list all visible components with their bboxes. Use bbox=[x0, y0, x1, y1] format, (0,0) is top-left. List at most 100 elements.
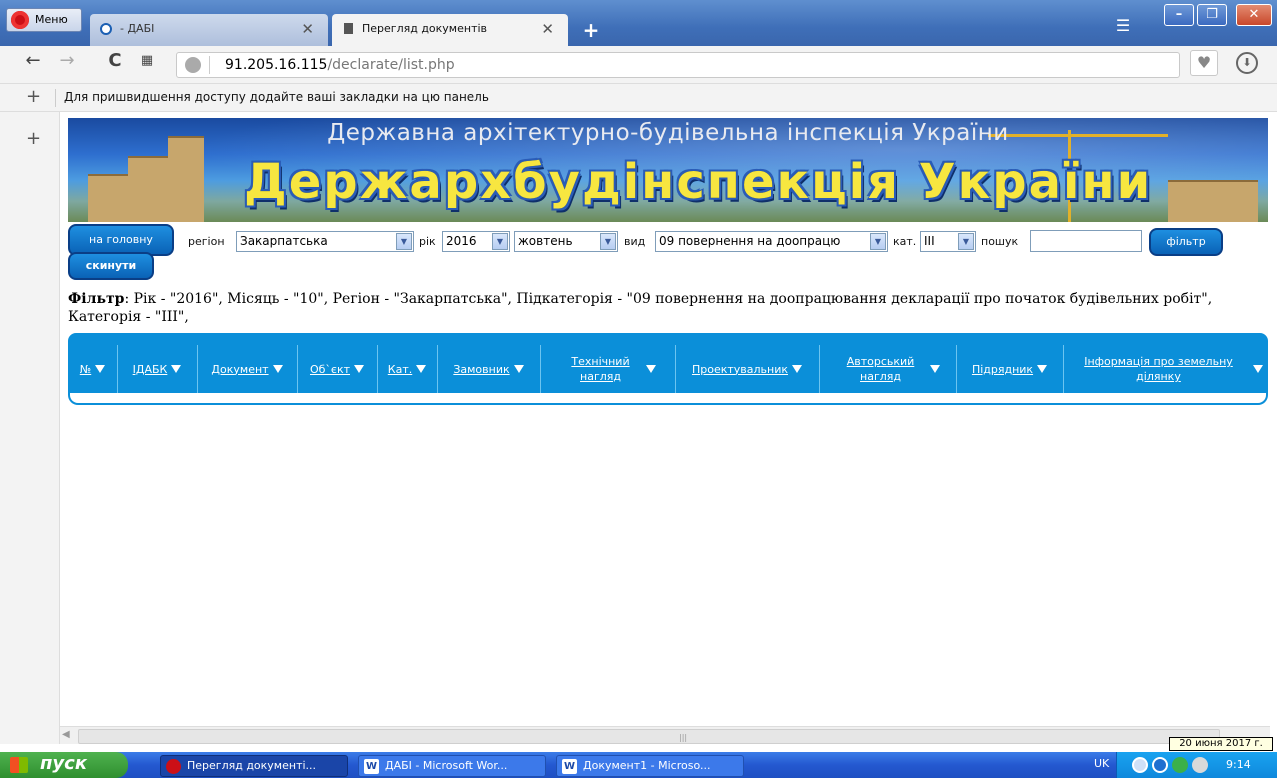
month-select[interactable]: жовтень ▼ bbox=[514, 231, 618, 252]
site-favicon-icon bbox=[100, 23, 112, 35]
banner-building bbox=[88, 174, 128, 222]
banner-building bbox=[168, 136, 204, 222]
column-header-label: № bbox=[79, 362, 92, 376]
network-icon[interactable] bbox=[1172, 757, 1188, 773]
address-separator bbox=[209, 56, 210, 74]
bookmarks-hint: Для пришвидшення доступу додайте ваші за… bbox=[64, 90, 489, 104]
year-select[interactable]: 2016 ▼ bbox=[442, 231, 510, 252]
close-tab-icon[interactable]: ✕ bbox=[301, 14, 314, 44]
sidebar-add-icon[interactable]: + bbox=[26, 128, 41, 149]
region-value: Закарпатська bbox=[240, 234, 328, 248]
column-header-designer[interactable]: Проектувальник bbox=[675, 345, 820, 393]
filter-summary-text: : Рік - "2016", Місяць - "10", Регіон - … bbox=[68, 291, 1213, 325]
scroll-left-icon[interactable]: ◀ bbox=[62, 729, 76, 743]
year-label: рік bbox=[419, 235, 436, 248]
forward-arrow-icon[interactable]: → bbox=[56, 52, 78, 72]
column-header-number[interactable]: № bbox=[68, 345, 118, 393]
minimize-button[interactable]: – bbox=[1164, 4, 1194, 26]
column-header-category[interactable]: Кат. bbox=[377, 345, 438, 393]
sort-arrow-icon bbox=[1037, 365, 1048, 373]
column-header-document[interactable]: Документ bbox=[197, 345, 298, 393]
opera-logo-icon bbox=[11, 11, 29, 29]
back-tray-icon[interactable] bbox=[1132, 757, 1148, 773]
column-header-label: Документ bbox=[211, 362, 269, 376]
tab-menu-icon[interactable]: ☰ bbox=[1112, 16, 1134, 38]
ie-icon[interactable] bbox=[1152, 757, 1168, 773]
page-icon bbox=[344, 23, 353, 34]
sort-arrow-icon bbox=[272, 365, 283, 373]
column-header-label: Об`єкт bbox=[309, 362, 351, 376]
scrollbar-grip: ||| bbox=[679, 733, 688, 742]
tab-document-list[interactable]: Перегляд документів ✕ bbox=[332, 14, 568, 46]
start-button[interactable]: пуск bbox=[0, 752, 128, 778]
bookmark-heart-icon[interactable]: ♥ bbox=[1190, 50, 1218, 76]
scrollbar-thumb[interactable]: ||| bbox=[78, 729, 1220, 744]
filter-button[interactable]: фільтр bbox=[1149, 228, 1223, 256]
opera-menu-button[interactable]: Меню bbox=[6, 8, 82, 32]
speed-dial-icon[interactable]: ▦ bbox=[136, 52, 158, 72]
column-header-land-info[interactable]: Інформація про земельну ділянку bbox=[1063, 345, 1268, 393]
reload-icon[interactable]: C bbox=[104, 52, 126, 72]
column-header-label: Проектувальник bbox=[691, 362, 789, 376]
column-header-label: Замовник bbox=[453, 362, 510, 376]
sort-arrow-icon bbox=[354, 365, 365, 373]
table-body-empty bbox=[68, 393, 1268, 405]
taskbar-item-opera[interactable]: Перегляд документі... bbox=[160, 755, 348, 777]
bookmarks-bar: + Для пришвидшення доступу додайте ваші … bbox=[0, 84, 1277, 112]
close-tab-icon[interactable]: ✕ bbox=[541, 14, 554, 44]
sort-arrow-icon bbox=[95, 365, 106, 373]
back-arrow-icon[interactable]: ← bbox=[22, 52, 44, 72]
taskbar-item-word-dabi[interactable]: W ДАБІ - Microsoft Wor... bbox=[358, 755, 546, 777]
tab-dabi[interactable]: - ДАБІ ✕ bbox=[90, 14, 328, 46]
filter-summary: Фільтр: Рік - "2016", Місяць - "10", Рег… bbox=[68, 290, 1218, 326]
column-header-label: ІДАБК bbox=[132, 362, 168, 376]
column-header-author-supervision[interactable]: Авторський нагляд bbox=[819, 345, 957, 393]
clock[interactable]: 9:14 bbox=[1226, 758, 1251, 771]
category-select[interactable]: III ▼ bbox=[920, 231, 976, 252]
column-header-tech-supervision[interactable]: Технічний нагляд bbox=[540, 345, 676, 393]
start-label: пуск bbox=[40, 753, 88, 774]
column-header-customer[interactable]: Замовник bbox=[437, 345, 541, 393]
sort-arrow-icon bbox=[416, 365, 427, 373]
site-banner: Державна архітектурно-будівельна інспекц… bbox=[68, 118, 1268, 222]
bookmarks-separator bbox=[55, 89, 56, 107]
word-icon: W bbox=[364, 759, 379, 774]
tab-title: - ДАБІ bbox=[120, 22, 155, 35]
category-value: III bbox=[924, 234, 935, 248]
volume-icon[interactable] bbox=[1192, 757, 1208, 773]
date-tooltip: 20 июня 2017 г. bbox=[1169, 737, 1273, 751]
type-select[interactable]: 09 повернення на доопрацю ▼ bbox=[655, 231, 888, 252]
column-header-label: Технічний нагляд bbox=[571, 355, 630, 383]
new-tab-button[interactable]: + bbox=[580, 20, 602, 42]
column-header-label: Авторський нагляд bbox=[846, 355, 915, 383]
sort-arrow-icon bbox=[513, 365, 524, 373]
site-info-icon[interactable] bbox=[185, 57, 201, 73]
menu-label: Меню bbox=[35, 13, 68, 26]
language-indicator[interactable]: UK bbox=[1094, 757, 1109, 770]
documents-table: № ІДАБК Документ Об`єкт Кат. Замовник Те… bbox=[68, 333, 1268, 407]
reset-button[interactable]: скинути bbox=[68, 252, 154, 280]
address-host: 91.205.16.115 bbox=[225, 57, 328, 73]
chevron-down-icon: ▼ bbox=[396, 233, 412, 250]
horizontal-scrollbar[interactable]: ◀ ||| bbox=[60, 726, 1270, 744]
region-select[interactable]: Закарпатська ▼ bbox=[236, 231, 414, 252]
banner-building bbox=[128, 156, 168, 222]
maximize-button[interactable]: ❐ bbox=[1197, 4, 1227, 26]
close-window-button[interactable]: ✕ bbox=[1236, 4, 1272, 26]
sort-arrow-icon bbox=[929, 365, 940, 373]
column-header-idabk[interactable]: ІДАБК bbox=[117, 345, 198, 393]
taskbar-item-word-doc1[interactable]: W Документ1 - Microso... bbox=[556, 755, 744, 777]
column-header-label: Інформація про земельну ділянку bbox=[1084, 355, 1233, 383]
column-header-object[interactable]: Об`єкт bbox=[297, 345, 378, 393]
taskbar-item-label: ДАБІ - Microsoft Wor... bbox=[385, 759, 508, 772]
tab-title: Перегляд документів bbox=[362, 22, 488, 35]
search-input[interactable] bbox=[1030, 230, 1142, 252]
chevron-down-icon: ▼ bbox=[870, 233, 886, 250]
add-bookmark-icon[interactable]: + bbox=[26, 86, 41, 107]
opera-icon bbox=[166, 759, 181, 774]
sort-arrow-icon bbox=[1252, 365, 1263, 373]
word-icon: W bbox=[562, 759, 577, 774]
column-header-contractor[interactable]: Підрядник bbox=[956, 345, 1064, 393]
download-icon[interactable]: ⬇ bbox=[1236, 52, 1258, 74]
address-bar[interactable]: 91.205.16.115/declarate/list.php bbox=[176, 52, 1180, 78]
